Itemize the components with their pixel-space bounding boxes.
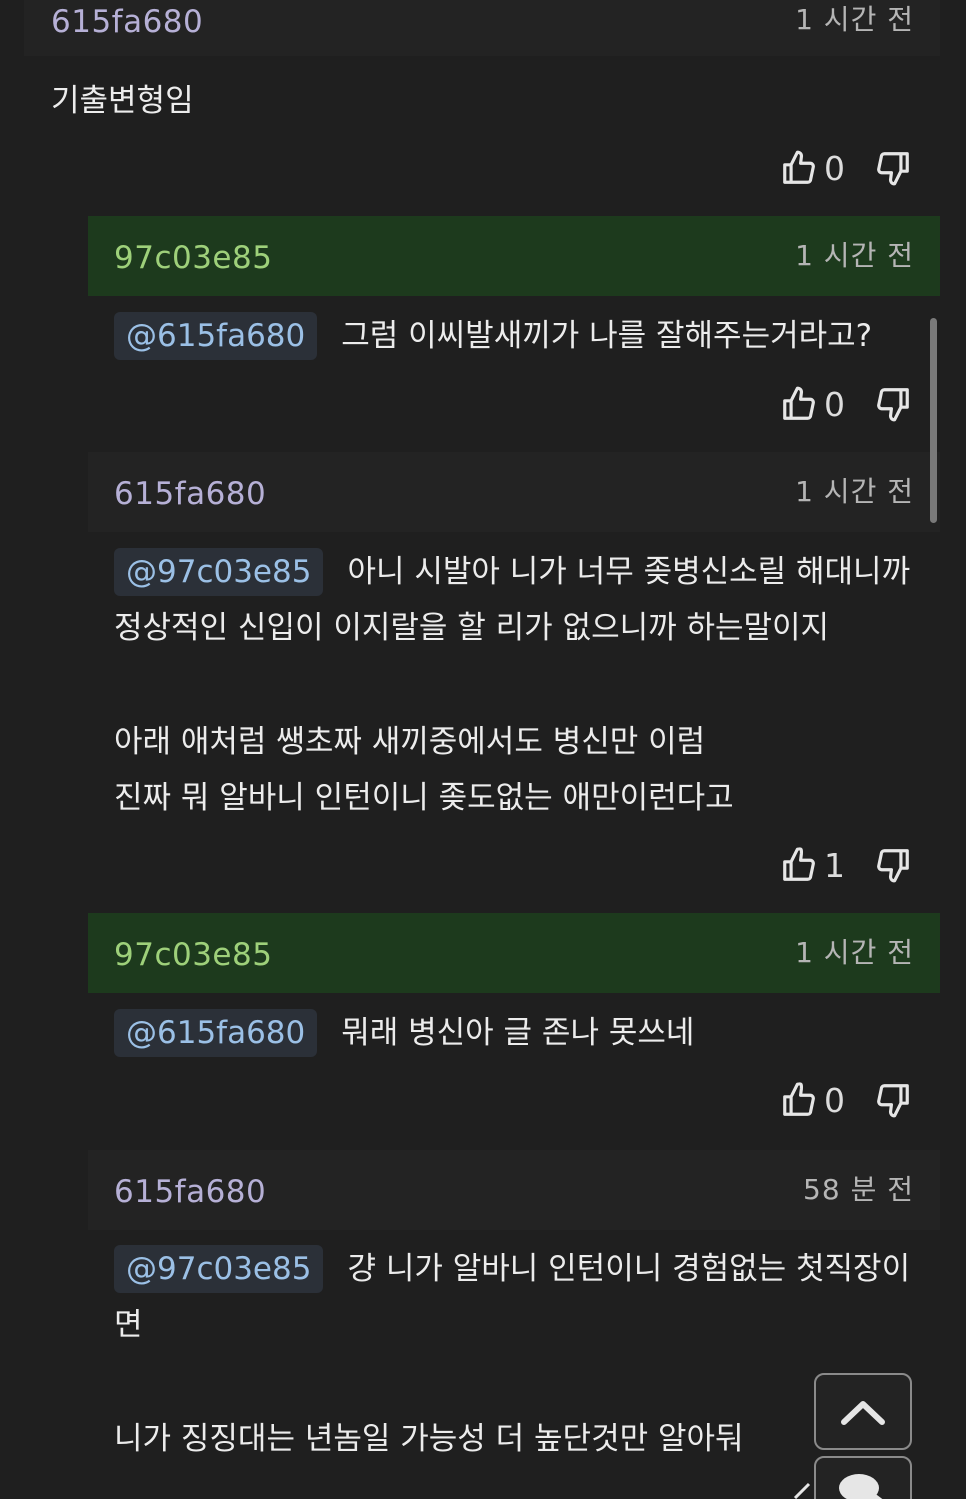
chat-button[interactable] [814, 1456, 912, 1499]
vote-bar: 0 [780, 1080, 912, 1120]
mention-tag[interactable]: @97c03e85 [114, 1245, 324, 1293]
thumb-down-icon [877, 152, 909, 186]
downvote-button[interactable] [874, 1080, 912, 1120]
thumb-down-icon [877, 1084, 909, 1118]
thumb-up-icon [783, 1082, 815, 1116]
comment-author[interactable]: 97c03e85 [114, 935, 272, 975]
comment-time: 1 시간 전 [795, 239, 914, 272]
chevron-up-icon [841, 1400, 885, 1425]
upvote-count: 1 [824, 845, 845, 885]
comment-text: @615fa680 뭐래 병신아 글 존나 못쓰네 [114, 1005, 694, 1061]
downvote-button[interactable] [874, 384, 912, 424]
comment-time: 1 시간 전 [795, 936, 914, 969]
vote-bar: 0 [780, 384, 912, 424]
comment-author[interactable]: 97c03e85 [114, 238, 272, 278]
upvote-count: 0 [824, 1080, 845, 1120]
mention-tag[interactable]: @97c03e85 [114, 548, 324, 596]
comment-author[interactable]: 615fa680 [114, 474, 266, 514]
reply-header: 97c03e85 1 시간 전 [88, 216, 940, 296]
reply-header: 615fa680 58 분 전 [88, 1150, 940, 1230]
comment-time: 1 시간 전 [795, 475, 914, 508]
mention-tag[interactable]: @615fa680 [114, 1009, 318, 1057]
upvote-button[interactable]: 0 [780, 384, 862, 424]
comment-text: @615fa680 그럼 이씨발새끼가 나를 잘해주는거라고? [114, 308, 872, 364]
comment-time: 58 분 전 [803, 1173, 914, 1206]
reply-header: 97c03e85 1 시간 전 [88, 913, 940, 993]
comment-text: 아래 애처럼 쌩초짜 새끼중에서도 병신만 이럼 진짜 뭐 알바니 인턴이니 좆… [114, 724, 734, 816]
upvote-button[interactable]: 0 [780, 148, 862, 188]
resize-handle-icon [793, 1482, 811, 1499]
downvote-button[interactable] [874, 148, 912, 188]
upvote-count: 0 [824, 148, 845, 188]
comment-text: 기출변형임 [51, 83, 194, 119]
thumb-up-icon [783, 386, 815, 420]
thumb-down-icon [877, 388, 909, 422]
downvote-button[interactable] [874, 845, 912, 885]
comment-header: 615fa680 1 시간 전 [24, 0, 940, 56]
comment-author[interactable]: 615fa680 [114, 1172, 266, 1212]
upvote-button[interactable]: 1 [780, 845, 862, 885]
comment-author[interactable]: 615fa680 [51, 2, 203, 42]
chat-icon [839, 1474, 883, 1499]
upvote-button[interactable]: 0 [780, 1080, 862, 1120]
thumb-up-icon [783, 150, 815, 184]
thumb-down-icon [877, 849, 909, 883]
upvote-count: 0 [824, 384, 845, 424]
mention-tag[interactable]: @615fa680 [114, 312, 318, 360]
comment-text: @97c03e85 걍 니가 알바니 인턴이니 경험없는 첫직장이 면 [114, 1241, 910, 1353]
comment-text: 니가 징징대는 년놈일 가능성 더 높단것만 알아둬 [114, 1421, 744, 1457]
comment-text: @97c03e85 아니 시발아 니가 너무 좆병신소릴 해대니까 정상적인 신입… [114, 544, 910, 656]
scrollbar[interactable] [930, 318, 937, 523]
comment-thread: 615fa680 1 시간 전 기출변형임 0 97c03e85 1 시간 전 … [0, 0, 966, 1499]
thumb-up-icon [783, 847, 815, 881]
comment-time: 1 시간 전 [795, 3, 914, 36]
vote-bar: 0 [780, 148, 912, 188]
vote-bar: 1 [780, 845, 912, 885]
scroll-top-button[interactable] [814, 1373, 912, 1450]
reply-header: 615fa680 1 시간 전 [88, 452, 940, 532]
